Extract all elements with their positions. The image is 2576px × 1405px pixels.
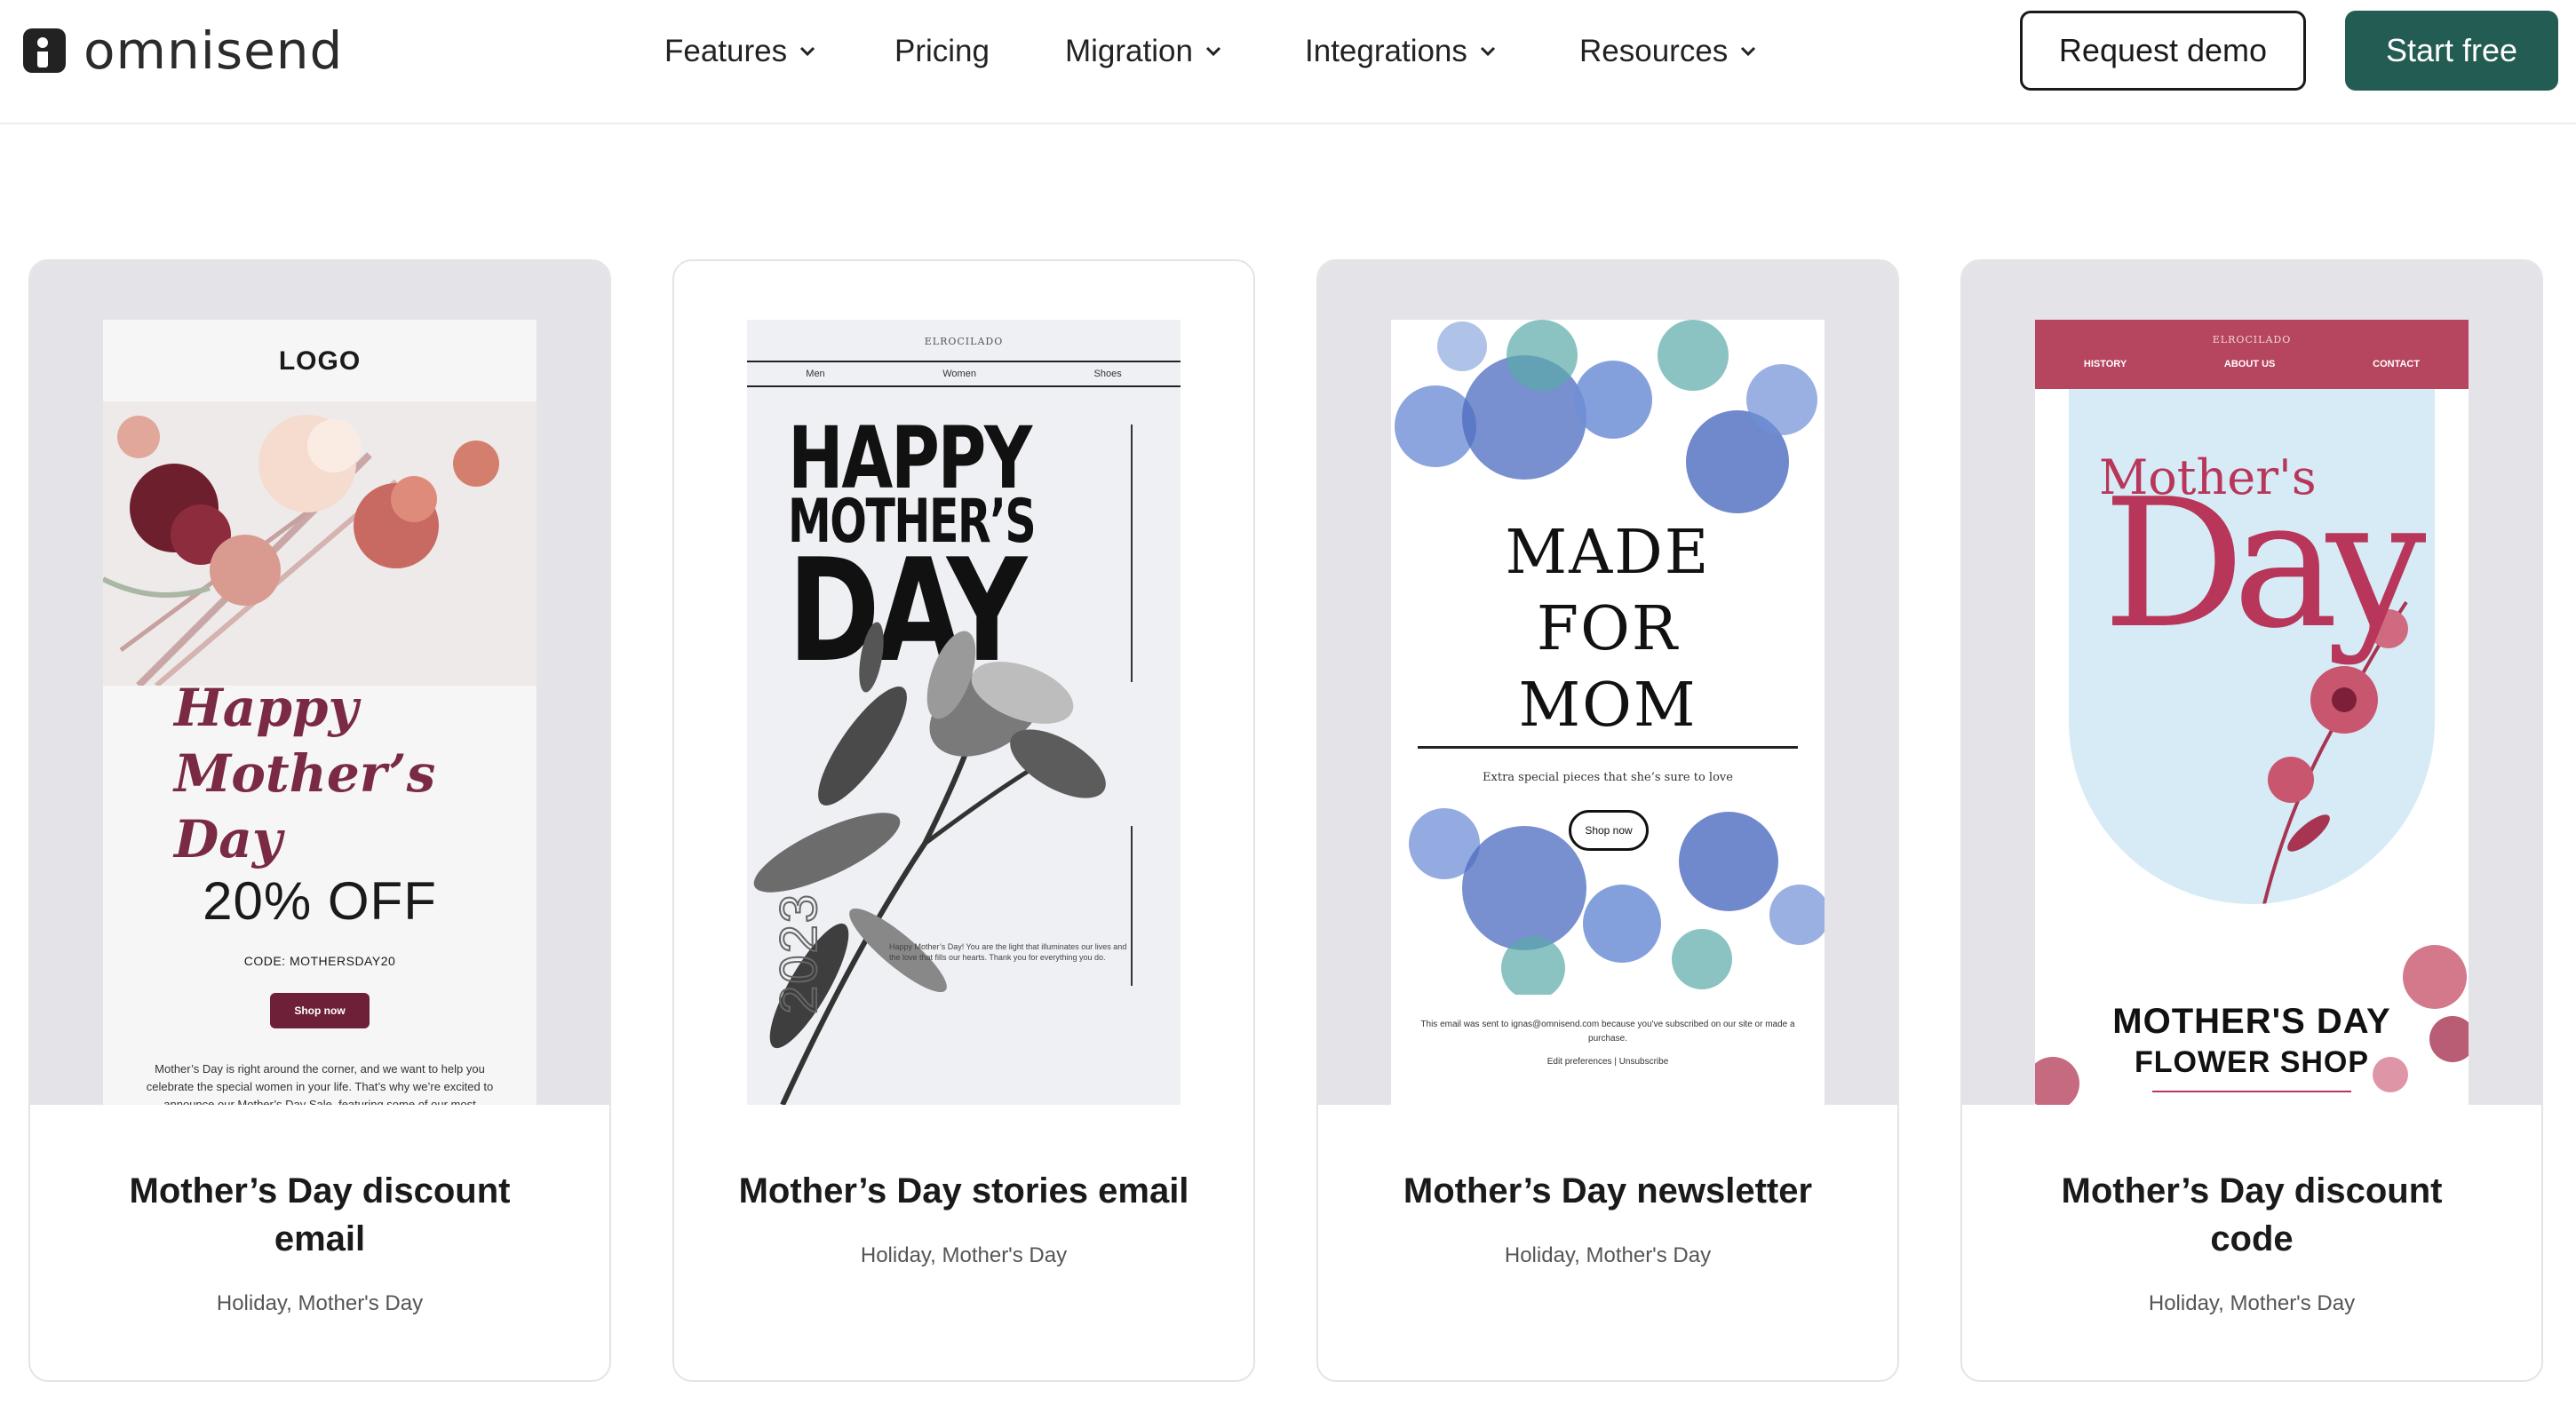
template-card[interactable]: ELROCILADO Men Women Shoes HAPPY MOTHER’…	[672, 259, 1255, 1382]
card-title[interactable]: Mother’s Day discount email	[89, 1167, 551, 1263]
email-code: CODE: MOTHERSDAY20	[243, 954, 396, 968]
email-title: MADE FOR MOM	[1391, 515, 1825, 744]
card-tags: HolidayMother's Day	[30, 1291, 609, 1316]
tag: Holiday	[860, 1243, 931, 1267]
email-nav-item: Women	[942, 369, 976, 379]
email-bottom-heading: MOTHER'S DAY FLOWER SHOP	[2035, 1002, 2469, 1080]
email-footer-links: Edit preferences | Unsubscribe	[1546, 1057, 1669, 1067]
email-nav: Men Women Shoes	[747, 361, 1181, 387]
divider-line	[1131, 425, 1133, 682]
title-line: FOR	[1536, 594, 1680, 664]
chevron-down-icon	[1741, 46, 1756, 57]
email-script-heading: Day	[2103, 461, 2427, 668]
template-card[interactable]: MADE FOR MOM Extra special pieces that s…	[1316, 259, 1899, 1382]
card-title[interactable]: Mother’s Day discount code	[2021, 1167, 2483, 1263]
email-logo: LOGO	[278, 346, 362, 376]
card-body: Mother’s Day newsletter HolidayMother's …	[1318, 1105, 1897, 1268]
nav-label: Pricing	[894, 34, 990, 68]
tag: Mother's Day	[286, 1291, 423, 1315]
tag: Mother's Day	[930, 1243, 1067, 1267]
email-script-heading: Happy Mother’s Day	[174, 678, 436, 869]
email-small-text: Happy Mother’s Day! You are the light th…	[889, 942, 1127, 962]
card-body: Mother’s Day discount email HolidayMothe…	[30, 1105, 609, 1316]
flower-bouquet-image	[103, 401, 537, 686]
nav-label: Features	[664, 34, 788, 68]
divider-line	[2152, 1091, 2351, 1092]
title-line: MOM	[1518, 671, 1697, 741]
template-preview[interactable]: MADE FOR MOM Extra special pieces that s…	[1318, 261, 1897, 1105]
tag: Holiday	[2148, 1291, 2219, 1315]
card-tags: HolidayMother's Day	[674, 1243, 1253, 1268]
chevron-down-icon	[1205, 46, 1221, 57]
site-header: omnisend Features Pricing Migration Inte…	[0, 0, 2576, 124]
logo-text: omnisend	[83, 20, 344, 81]
nav-label: Migration	[1065, 34, 1193, 68]
email-nav-item: Shoes	[1093, 369, 1122, 379]
template-card[interactable]: ELROCILADO HISTORY ABOUT US CONTACT Moth…	[1960, 259, 2543, 1382]
divider-line	[1418, 746, 1798, 749]
email-paragraph: Mother’s Day is right around the corner,…	[146, 1062, 494, 1105]
email-nav: HISTORY ABOUT US CONTACT	[2035, 359, 2469, 369]
start-free-button[interactable]: Start free	[2345, 11, 2558, 91]
card-tags: HolidayMother's Day	[1318, 1243, 1897, 1268]
email-subtitle: Extra special pieces that she’s sure to …	[1483, 771, 1733, 784]
headline-line: HAPPY	[788, 409, 1032, 508]
nav-label: Resources	[1579, 34, 1729, 68]
email-nav-item: HISTORY	[2083, 359, 2127, 369]
email-brand: ELROCILADO	[924, 336, 1004, 347]
email-preview: ELROCILADO Men Women Shoes HAPPY MOTHER’…	[747, 320, 1181, 1105]
omnisend-logo-icon	[23, 28, 66, 73]
chevron-down-icon	[1480, 46, 1495, 57]
email-offer: 20% OFF	[203, 871, 437, 931]
email-year: 2023	[769, 892, 829, 1015]
nav-item-resources[interactable]: Resources	[1579, 25, 1756, 78]
nav-label: Integrations	[1305, 34, 1467, 68]
request-demo-button[interactable]: Request demo	[2020, 11, 2306, 91]
nav-item-features[interactable]: Features	[664, 25, 815, 78]
email-nav-item: Men	[806, 369, 825, 379]
omnisend-logo[interactable]: omnisend	[23, 20, 344, 81]
nav-item-migration[interactable]: Migration	[1065, 25, 1221, 78]
email-footer: This email was sent to ignas@omnisend.co…	[1420, 1020, 1795, 1044]
email-nav-item: CONTACT	[2373, 359, 2421, 369]
email-preview: LOGO Happy Mother’s Day 20% OFF CODE: MO…	[103, 320, 537, 1105]
template-preview[interactable]: ELROCILADO HISTORY ABOUT US CONTACT Moth…	[1962, 261, 2541, 1105]
chevron-down-icon	[800, 46, 815, 57]
tag: Mother's Day	[1574, 1243, 1711, 1267]
email-nav-item: ABOUT US	[2223, 359, 2276, 369]
nav-item-integrations[interactable]: Integrations	[1305, 25, 1496, 78]
template-preview[interactable]: ELROCILADO Men Women Shoes HAPPY MOTHER’…	[674, 261, 1253, 1105]
title-line: MADE	[1505, 518, 1711, 588]
bottom-line: MOTHER'S DAY	[2112, 1002, 2391, 1041]
card-tags: HolidayMother's Day	[1962, 1291, 2541, 1316]
email-shop-button: Shop now	[1569, 810, 1649, 851]
card-title[interactable]: Mother’s Day newsletter	[1377, 1167, 1839, 1215]
lily-flower-image	[753, 622, 1106, 1105]
email-preview: MADE FOR MOM Extra special pieces that s…	[1391, 320, 1825, 1105]
divider-line	[1131, 826, 1133, 986]
tag: Mother's Day	[2218, 1291, 2355, 1315]
tag: Holiday	[216, 1291, 287, 1315]
card-title[interactable]: Mother’s Day stories email	[733, 1167, 1195, 1215]
tag: Holiday	[1504, 1243, 1575, 1267]
bottom-line: FLOWER SHOP	[2134, 1045, 2370, 1079]
card-body: Mother’s Day discount code HolidayMother…	[1962, 1105, 2541, 1316]
email-shop-button: Shop now	[270, 993, 370, 1028]
email-header-bar	[2035, 320, 2469, 389]
template-preview[interactable]: LOGO Happy Mother’s Day 20% OFF CODE: MO…	[30, 261, 609, 1105]
email-preview: ELROCILADO HISTORY ABOUT US CONTACT Moth…	[2035, 320, 2469, 1105]
nav-item-pricing[interactable]: Pricing	[894, 25, 990, 78]
template-card[interactable]: LOGO Happy Mother’s Day 20% OFF CODE: MO…	[28, 259, 611, 1382]
card-body: Mother’s Day stories email HolidayMother…	[674, 1105, 1253, 1268]
blue-flowers-image	[1395, 320, 1817, 513]
email-brand: ELROCILADO	[2212, 334, 2292, 345]
